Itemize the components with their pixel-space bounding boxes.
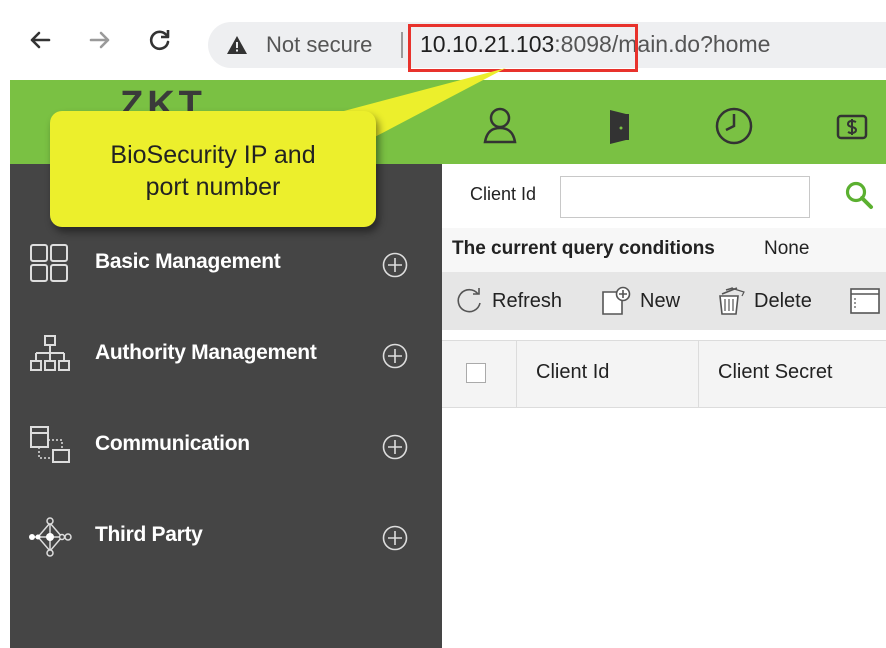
money-icon bbox=[836, 114, 868, 140]
trash-icon bbox=[719, 287, 745, 315]
table-header: Client Id Client Secret bbox=[442, 340, 886, 408]
filter-bar: Client Id bbox=[442, 164, 886, 228]
main-content: Client Id The current query conditions N… bbox=[442, 164, 886, 648]
query-conditions: The current query conditions None bbox=[442, 228, 886, 272]
query-conditions-value: None bbox=[764, 238, 810, 259]
search-button[interactable] bbox=[844, 180, 874, 215]
warning-icon bbox=[227, 36, 247, 54]
back-arrow-icon bbox=[30, 31, 51, 49]
callout-line-2: port number bbox=[145, 173, 281, 201]
column-divider bbox=[698, 341, 699, 407]
org-chart-icon bbox=[28, 333, 72, 377]
access-menu[interactable] bbox=[596, 104, 640, 148]
attendance-menu[interactable] bbox=[712, 104, 756, 148]
new-document-icon bbox=[602, 286, 631, 315]
clock-icon bbox=[715, 107, 753, 145]
person-icon bbox=[483, 107, 517, 144]
security-status[interactable]: Not secure bbox=[266, 32, 372, 58]
sidebar-item-basic-management[interactable]: Basic Management bbox=[10, 234, 442, 294]
refresh-button[interactable]: Refresh bbox=[454, 286, 562, 316]
callout-line-1: BioSecurity IP and bbox=[110, 141, 316, 169]
network-icon bbox=[28, 515, 72, 559]
delete-button[interactable]: Delete bbox=[714, 286, 812, 316]
expand-plus-icon[interactable] bbox=[382, 343, 408, 369]
url-highlight-box bbox=[408, 24, 638, 72]
more-button[interactable] bbox=[848, 286, 882, 316]
forward-arrow-icon bbox=[89, 31, 110, 49]
address-divider bbox=[401, 32, 403, 58]
column-header-client-secret[interactable]: Client Secret bbox=[718, 361, 833, 384]
callout-text: BioSecurity IP and port number bbox=[50, 139, 376, 203]
expand-plus-icon[interactable] bbox=[382, 434, 408, 460]
sidebar-item-label: Basic Management bbox=[95, 250, 281, 273]
search-icon bbox=[845, 181, 873, 209]
query-conditions-label: The current query conditions bbox=[452, 238, 715, 259]
column-header-client-id[interactable]: Client Id bbox=[536, 361, 609, 384]
column-divider bbox=[516, 341, 517, 407]
app-window: Not secure 10.10.21.103:8098/main.do?hom… bbox=[10, 10, 886, 648]
sidebar: Basic Management Authority Management Co… bbox=[10, 164, 442, 648]
new-label: New bbox=[640, 289, 681, 312]
expand-plus-icon[interactable] bbox=[382, 525, 408, 551]
sidebar-item-label: Third Party bbox=[95, 523, 203, 546]
sidebar-item-label: Authority Management bbox=[95, 341, 317, 364]
reload-button[interactable] bbox=[144, 24, 176, 56]
sidebar-item-communication[interactable]: Communication bbox=[10, 416, 442, 476]
expand-plus-icon[interactable] bbox=[382, 252, 408, 278]
refresh-icon bbox=[457, 288, 481, 313]
consumption-menu[interactable] bbox=[830, 104, 874, 148]
sidebar-item-third-party[interactable]: Third Party bbox=[10, 507, 442, 567]
sidebar-item-label: Communication bbox=[95, 432, 250, 455]
client-id-input[interactable] bbox=[560, 176, 810, 218]
annotation-callout: BioSecurity IP and port number bbox=[50, 111, 376, 227]
new-button[interactable]: New bbox=[600, 286, 680, 316]
back-button[interactable] bbox=[24, 24, 56, 56]
refresh-label: Refresh bbox=[492, 289, 563, 312]
sidebar-item-authority-management[interactable]: Authority Management bbox=[10, 325, 442, 385]
forward-button[interactable] bbox=[84, 24, 116, 56]
browser-toolbar: Not secure 10.10.21.103:8098/main.do?hom… bbox=[10, 10, 886, 80]
personnel-menu[interactable] bbox=[478, 104, 522, 148]
communication-icon bbox=[28, 424, 72, 468]
grid-icon bbox=[28, 242, 72, 286]
action-toolbar: Refresh New Delete bbox=[442, 272, 886, 330]
reload-icon bbox=[149, 30, 170, 51]
client-id-label: Client Id bbox=[470, 184, 537, 204]
window-icon bbox=[850, 288, 880, 314]
door-icon bbox=[610, 110, 629, 144]
select-all-checkbox[interactable] bbox=[466, 363, 486, 383]
delete-label: Delete bbox=[754, 289, 812, 312]
